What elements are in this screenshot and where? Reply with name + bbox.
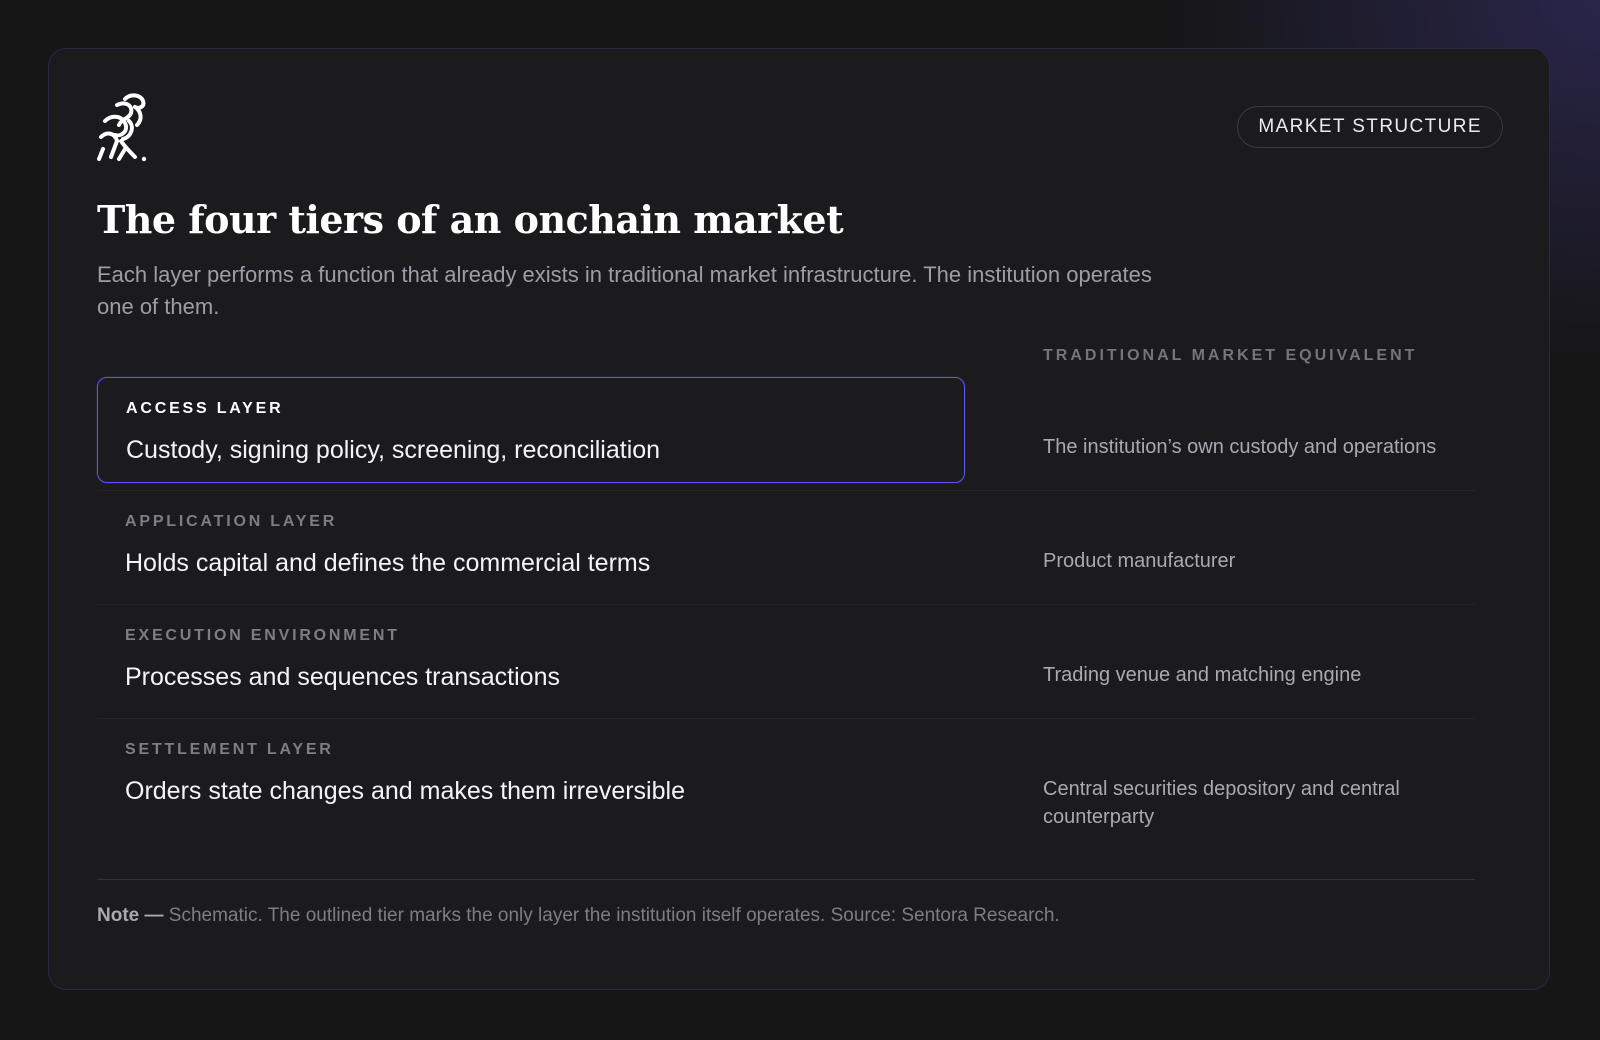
tier-label: APPLICATION LAYER (125, 513, 338, 530)
tier-description: Processes and sequences transactions (125, 663, 560, 691)
tier-box-application: APPLICATION LAYER Holds capital and defi… (97, 491, 965, 597)
tier-box-execution: EXECUTION ENVIRONMENT Processes and sequ… (97, 605, 965, 711)
tier-row-execution: EXECUTION ENVIRONMENT Processes and sequ… (97, 605, 1475, 719)
footer-note: Note — Schematic. The outlined tier mark… (97, 905, 1060, 927)
tier-equivalent: Central securities depository and centra… (1043, 778, 1400, 828)
tier-description: Orders state changes and makes them irre… (125, 777, 685, 805)
tier-box-settlement: SETTLEMENT LAYER Orders state changes an… (97, 719, 965, 825)
note-text: Schematic. The outlined tier marks the o… (163, 905, 1060, 926)
tier-description: Custody, signing policy, screening, reco… (126, 436, 661, 464)
page-subtitle: Each layer performs a function that alre… (97, 262, 1152, 319)
tier-list: ACCESS LAYER Custody, signing policy, sc… (97, 377, 1475, 833)
tier-row-settlement: SETTLEMENT LAYER Orders state changes an… (97, 719, 1475, 833)
note-label: Note — (97, 905, 164, 926)
tier-box-access: ACCESS LAYER Custody, signing policy, sc… (97, 377, 965, 483)
equivalent-column-header: TRADITIONAL MARKET EQUIVALENT (1043, 347, 1418, 364)
tier-description: Holds capital and defines the commercial… (125, 549, 651, 577)
tier-equivalent: The institution’s own custody and operat… (1043, 436, 1437, 458)
diagram-card: MARKET STRUCTURE The four tiers of an on… (48, 48, 1550, 990)
tier-label: EXECUTION ENVIRONMENT (125, 627, 400, 644)
tier-equivalent: Product manufacturer (1043, 550, 1236, 572)
tier-row-access: ACCESS LAYER Custody, signing policy, sc… (97, 377, 1475, 491)
tier-row-application: APPLICATION LAYER Holds capital and defi… (97, 491, 1475, 605)
page-title: The four tiers of an onchain market (97, 197, 844, 242)
rearing-horse-logo-icon (97, 93, 147, 162)
tier-equivalent: Trading venue and matching engine (1043, 664, 1362, 686)
tier-label: ACCESS LAYER (126, 400, 284, 417)
footer-divider (97, 879, 1475, 880)
market-structure-badge: MARKET STRUCTURE (1237, 106, 1503, 148)
tier-label: SETTLEMENT LAYER (125, 741, 334, 758)
